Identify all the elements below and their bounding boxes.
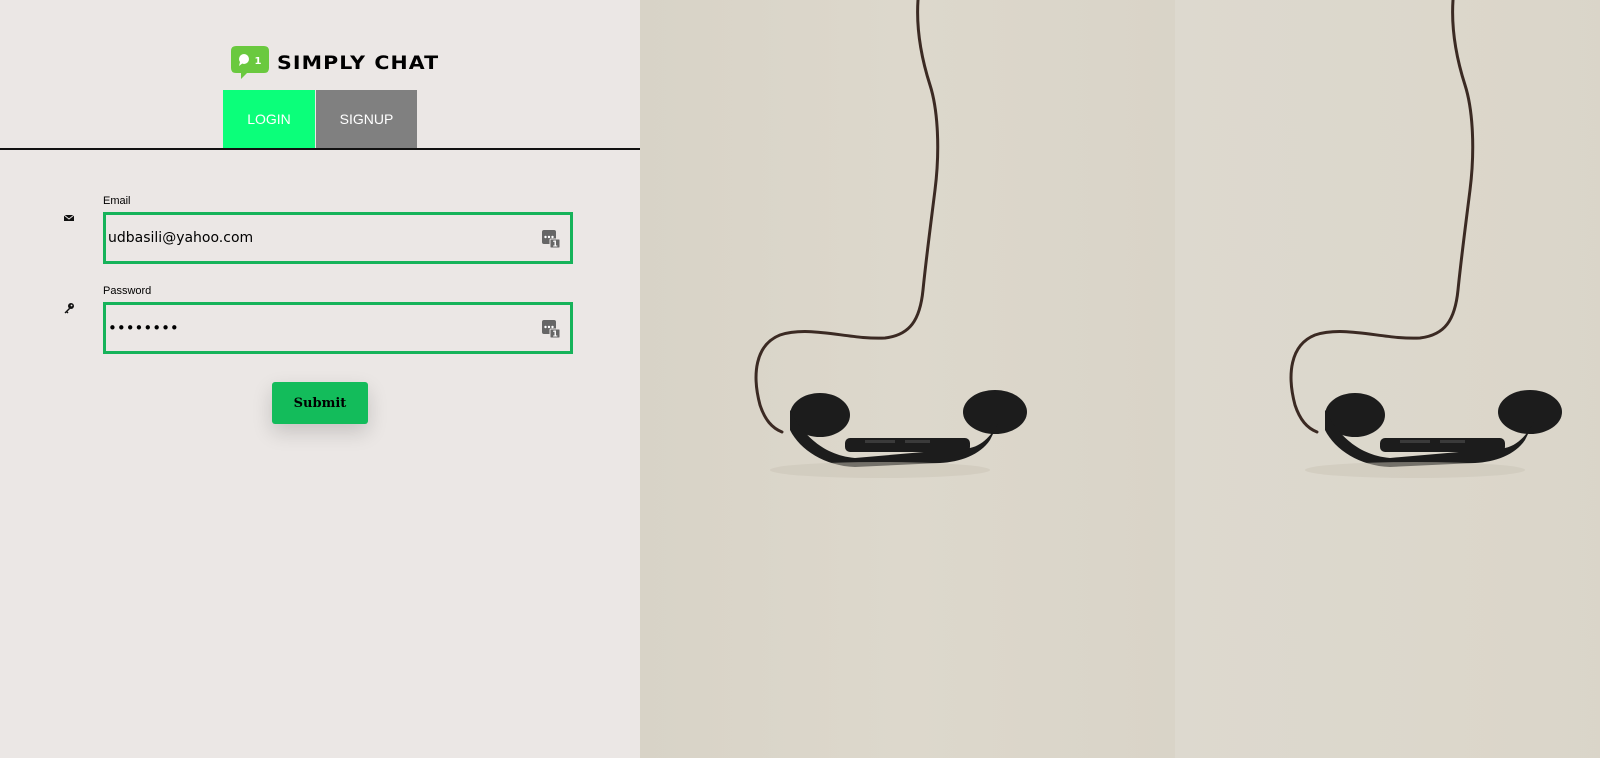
telephone-handset-illustration — [1289, 0, 1562, 478]
email-input[interactable] — [106, 230, 528, 246]
submit-button[interactable]: Submit — [272, 382, 368, 424]
autofill-badge: 1 — [552, 240, 558, 249]
email-field-container: 1 — [103, 212, 573, 264]
tab-signup[interactable]: SIGNUP — [316, 90, 417, 148]
chat-bubble-logo-icon: 1 — [231, 46, 269, 79]
login-panel: 1 SIMPLY CHAT LOGIN SIGNUP Email 1 Passw… — [0, 0, 640, 758]
password-label: Password — [103, 285, 152, 297]
auth-tabs: LOGIN SIGNUP — [223, 90, 417, 148]
password-manager-icon[interactable]: 1 — [542, 320, 560, 338]
password-manager-icon[interactable]: 1 — [542, 230, 560, 248]
telephone-photo-right — [1175, 0, 1600, 758]
password-input[interactable] — [106, 319, 528, 337]
email-label: Email — [103, 195, 131, 207]
app-logo: 1 SIMPLY CHAT — [231, 46, 438, 80]
key-icon — [64, 303, 74, 314]
app-title: SIMPLY CHAT — [277, 52, 440, 74]
password-field-container: 1 — [103, 302, 573, 354]
tab-divider — [0, 148, 640, 150]
autofill-badge: 1 — [552, 330, 558, 339]
tab-login[interactable]: LOGIN — [223, 90, 315, 148]
envelope-icon — [63, 214, 75, 221]
logo-badge: 1 — [255, 56, 262, 67]
telephone-handset-illustration — [754, 0, 1027, 478]
hero-image — [640, 0, 1600, 758]
telephone-photo-left — [640, 0, 1175, 758]
